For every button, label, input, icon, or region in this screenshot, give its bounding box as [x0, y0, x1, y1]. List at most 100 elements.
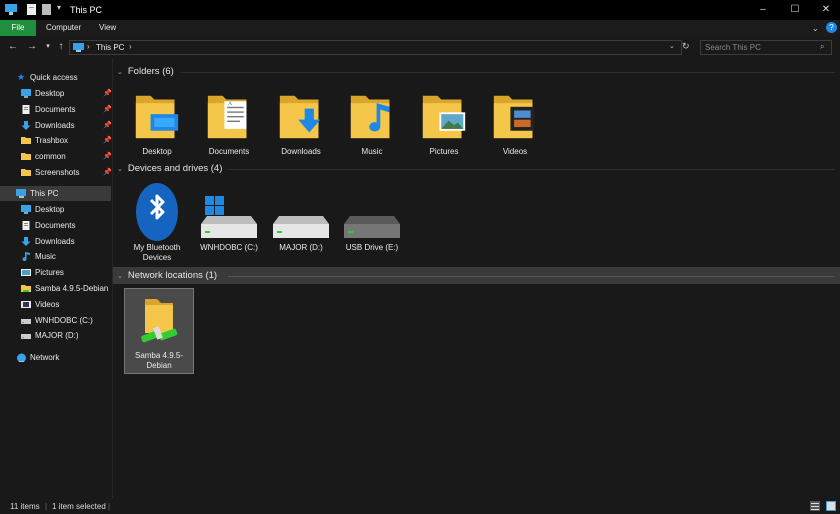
- sidebar-item-label: This PC: [30, 189, 59, 198]
- sidebar-item-documents[interactable]: Documents 📌: [0, 102, 112, 117]
- sidebar-item-wnhdobc-c[interactable]: WNHDOBC (C:): [0, 313, 111, 328]
- customize-toolbar-icon[interactable]: ▾: [57, 3, 61, 12]
- refresh-icon[interactable]: ↻: [682, 41, 690, 52]
- folder-pictures[interactable]: Pictures: [413, 84, 475, 171]
- sidebar-item-label: Desktop: [35, 205, 65, 214]
- sidebar-item-music[interactable]: Music: [0, 249, 111, 264]
- group-header-network[interactable]: ⌄ Network locations (1): [117, 270, 217, 284]
- sidebar-item-label: Downloads: [35, 120, 75, 130]
- recent-locations-icon[interactable]: ▾: [42, 40, 54, 54]
- details-view-icon[interactable]: [810, 501, 820, 511]
- sidebar-item-label: Desktop: [35, 89, 65, 98]
- tab-view[interactable]: View: [99, 20, 116, 36]
- item-count: 11 items: [10, 502, 40, 511]
- star-icon: ★: [17, 72, 26, 82]
- large-icons-view-icon[interactable]: [826, 501, 836, 511]
- item-label: My Bluetooth Devices: [133, 243, 181, 262]
- collapse-chevron-icon[interactable]: ⌄: [117, 69, 123, 76]
- sidebar-item-desktop[interactable]: Desktop 📌: [0, 86, 112, 101]
- ribbon: [0, 20, 840, 36]
- folder-icon: [21, 153, 31, 161]
- network-drive-icon: [21, 285, 31, 292]
- drive-icon: [21, 334, 31, 340]
- sidebar-item-trashbox[interactable]: Trashbox 📌: [0, 133, 112, 148]
- network-location-samba[interactable]: Samba 4.9.5-Debian: [124, 288, 194, 374]
- device-3[interactable]: USB Drive (E:): [341, 190, 403, 267]
- breadcrumb[interactable]: This PC: [96, 43, 124, 52]
- breadcrumb-separator-icon: ›: [87, 42, 90, 51]
- usb-drive-icon: [344, 216, 400, 238]
- collapse-chevron-icon[interactable]: ⌄: [117, 166, 123, 173]
- forward-arrow-icon[interactable]: →: [26, 40, 38, 54]
- downloads-folder-icon: [279, 95, 321, 139]
- sidebar-item-label: Network: [30, 353, 60, 362]
- sidebar-item-network[interactable]: Network: [0, 350, 111, 365]
- videos-folder-icon: [493, 95, 535, 139]
- downloads-icon: [21, 236, 31, 246]
- address-dropdown-icon[interactable]: ⌄: [669, 42, 675, 50]
- address-bar[interactable]: › This PC › ⌄: [69, 40, 682, 55]
- item-label: WNHDOBC (C:): [200, 243, 258, 252]
- new-folder-icon[interactable]: [42, 4, 51, 15]
- group-header-folders[interactable]: ⌄ Folders (6): [117, 66, 174, 80]
- sidebar-item-label: Samba 4.9.5-Debian: [35, 284, 109, 293]
- folder-desktop[interactable]: Desktop: [126, 84, 188, 171]
- breadcrumb-chevron-icon[interactable]: ›: [129, 42, 132, 51]
- this-pc-icon: [5, 4, 17, 15]
- sidebar-item-videos[interactable]: Videos: [0, 297, 111, 312]
- window-title: This PC: [70, 5, 103, 15]
- sidebar-item-desktop[interactable]: Desktop: [0, 202, 111, 217]
- sidebar-item-samba-4-9-5-debian[interactable]: Samba 4.9.5-Debian: [0, 281, 111, 296]
- sidebar-item-pictures[interactable]: Pictures: [0, 265, 111, 280]
- sidebar-item-label: Screenshots: [35, 168, 80, 177]
- maximize-button[interactable]: ☐: [788, 3, 802, 17]
- music-icon: [22, 252, 30, 262]
- device-2[interactable]: MAJOR (D:): [270, 190, 332, 267]
- sidebar-item-this-pc[interactable]: This PC: [0, 186, 111, 201]
- group-title: Network locations (1): [127, 270, 218, 281]
- desktop-icon: [21, 205, 31, 214]
- properties-icon[interactable]: [27, 4, 36, 15]
- folder-documents[interactable]: A Documents: [198, 84, 260, 171]
- minimize-button[interactable]: –: [756, 3, 770, 17]
- pin-icon[interactable]: 📌: [103, 136, 112, 144]
- folder-videos[interactable]: Videos: [484, 84, 546, 171]
- videos-icon: [21, 300, 31, 308]
- pin-icon[interactable]: 📌: [103, 168, 112, 176]
- pin-icon[interactable]: 📌: [103, 105, 112, 113]
- search-icon[interactable]: ⌕: [820, 42, 824, 52]
- back-arrow-icon[interactable]: ←: [7, 40, 19, 54]
- close-button[interactable]: ✕: [819, 3, 833, 17]
- sidebar-item-documents[interactable]: Documents: [0, 218, 111, 233]
- tab-file[interactable]: File: [0, 20, 36, 36]
- sidebar-item-downloads[interactable]: Downloads 📌: [0, 118, 112, 133]
- pin-icon[interactable]: 📌: [103, 152, 112, 160]
- sidebar-item-quick-access[interactable]: ★ Quick access: [0, 70, 111, 85]
- expand-ribbon-icon[interactable]: ⌄: [812, 24, 819, 33]
- device-0[interactable]: My Bluetooth Devices: [126, 178, 188, 267]
- item-label: Samba 4.9.5-Debian: [134, 351, 184, 370]
- search-box[interactable]: Search This PC ⌕: [700, 40, 832, 55]
- sidebar-item-major-d[interactable]: MAJOR (D:): [0, 328, 111, 343]
- sidebar-item-downloads[interactable]: Downloads: [0, 234, 111, 249]
- sidebar-item-label: common: [35, 152, 66, 162]
- pin-icon[interactable]: 📌: [103, 89, 112, 97]
- sidebar-item-screenshots[interactable]: Screenshots 📌: [0, 165, 112, 180]
- pin-icon[interactable]: 📌: [103, 121, 112, 129]
- help-icon[interactable]: ?: [826, 22, 837, 33]
- music-folder-icon: [350, 95, 390, 139]
- collapse-chevron-icon[interactable]: ⌄: [117, 273, 123, 280]
- search-input[interactable]: Search This PC: [705, 43, 761, 52]
- tab-computer[interactable]: Computer: [46, 20, 81, 36]
- documents-icon: [22, 104, 30, 114]
- bluetooth-icon: [136, 183, 178, 241]
- network-icon: [17, 353, 26, 362]
- folder-music[interactable]: Music: [341, 84, 403, 171]
- device-1[interactable]: WNHDOBC (C:): [198, 190, 260, 267]
- documents-icon: [22, 220, 30, 230]
- up-arrow-icon[interactable]: ↑: [55, 40, 67, 54]
- sidebar-item-label: Downloads: [35, 236, 75, 246]
- sidebar-item-label: Documents: [35, 104, 76, 114]
- sidebar-item-common[interactable]: common 📌: [0, 149, 112, 164]
- folder-downloads[interactable]: Downloads: [270, 84, 332, 171]
